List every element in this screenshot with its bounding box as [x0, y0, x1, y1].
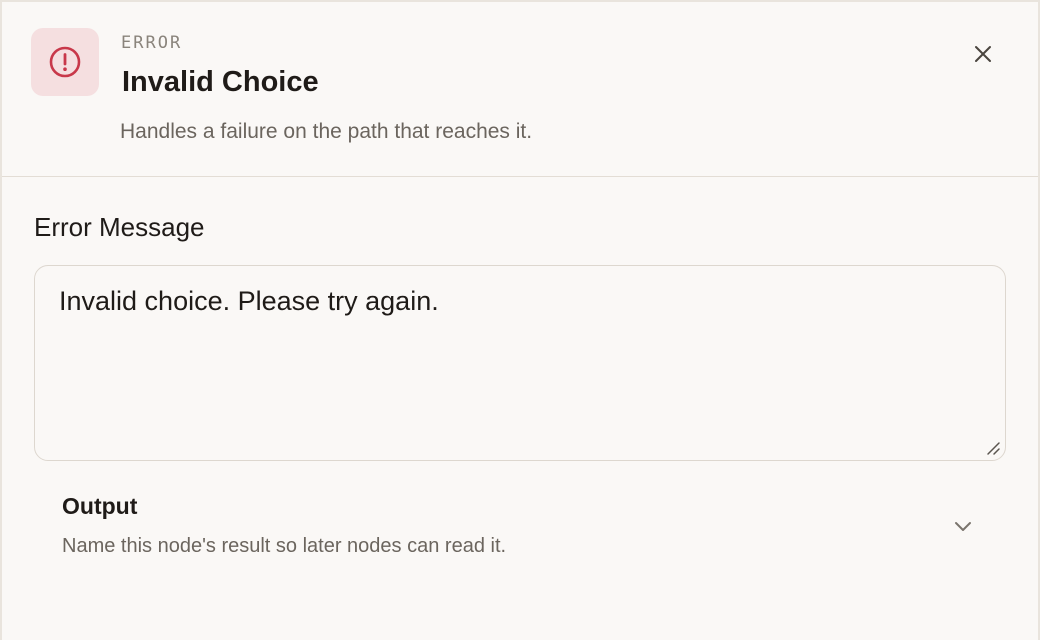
error-message-textarea[interactable]: Invalid choice. Please try again. [35, 266, 1005, 460]
error-icon-tile [31, 28, 99, 96]
error-message-field-wrapper: Invalid choice. Please try again. [34, 265, 1006, 461]
chevron-down-icon [955, 522, 971, 531]
panel-header: ERROR Invalid Choice Handles a failure o… [2, 2, 1038, 177]
node-title: Invalid Choice [122, 66, 319, 98]
close-icon [975, 46, 991, 62]
alert-circle-icon [49, 46, 81, 78]
output-title: Output [62, 493, 138, 519]
resize-handle-icon[interactable] [985, 440, 1001, 456]
output-description: Name this node's result so later nodes c… [62, 535, 507, 557]
error-message-label: Error Message [34, 212, 205, 242]
error-node-panel: ERROR Invalid Choice Handles a failure o… [2, 2, 1038, 640]
output-section-toggle[interactable]: Output Name this node's result so later … [62, 490, 982, 570]
node-type-eyebrow: ERROR [121, 33, 183, 53]
node-subtitle: Handles a failure on the path that reach… [120, 120, 533, 143]
close-button[interactable] [968, 39, 998, 69]
